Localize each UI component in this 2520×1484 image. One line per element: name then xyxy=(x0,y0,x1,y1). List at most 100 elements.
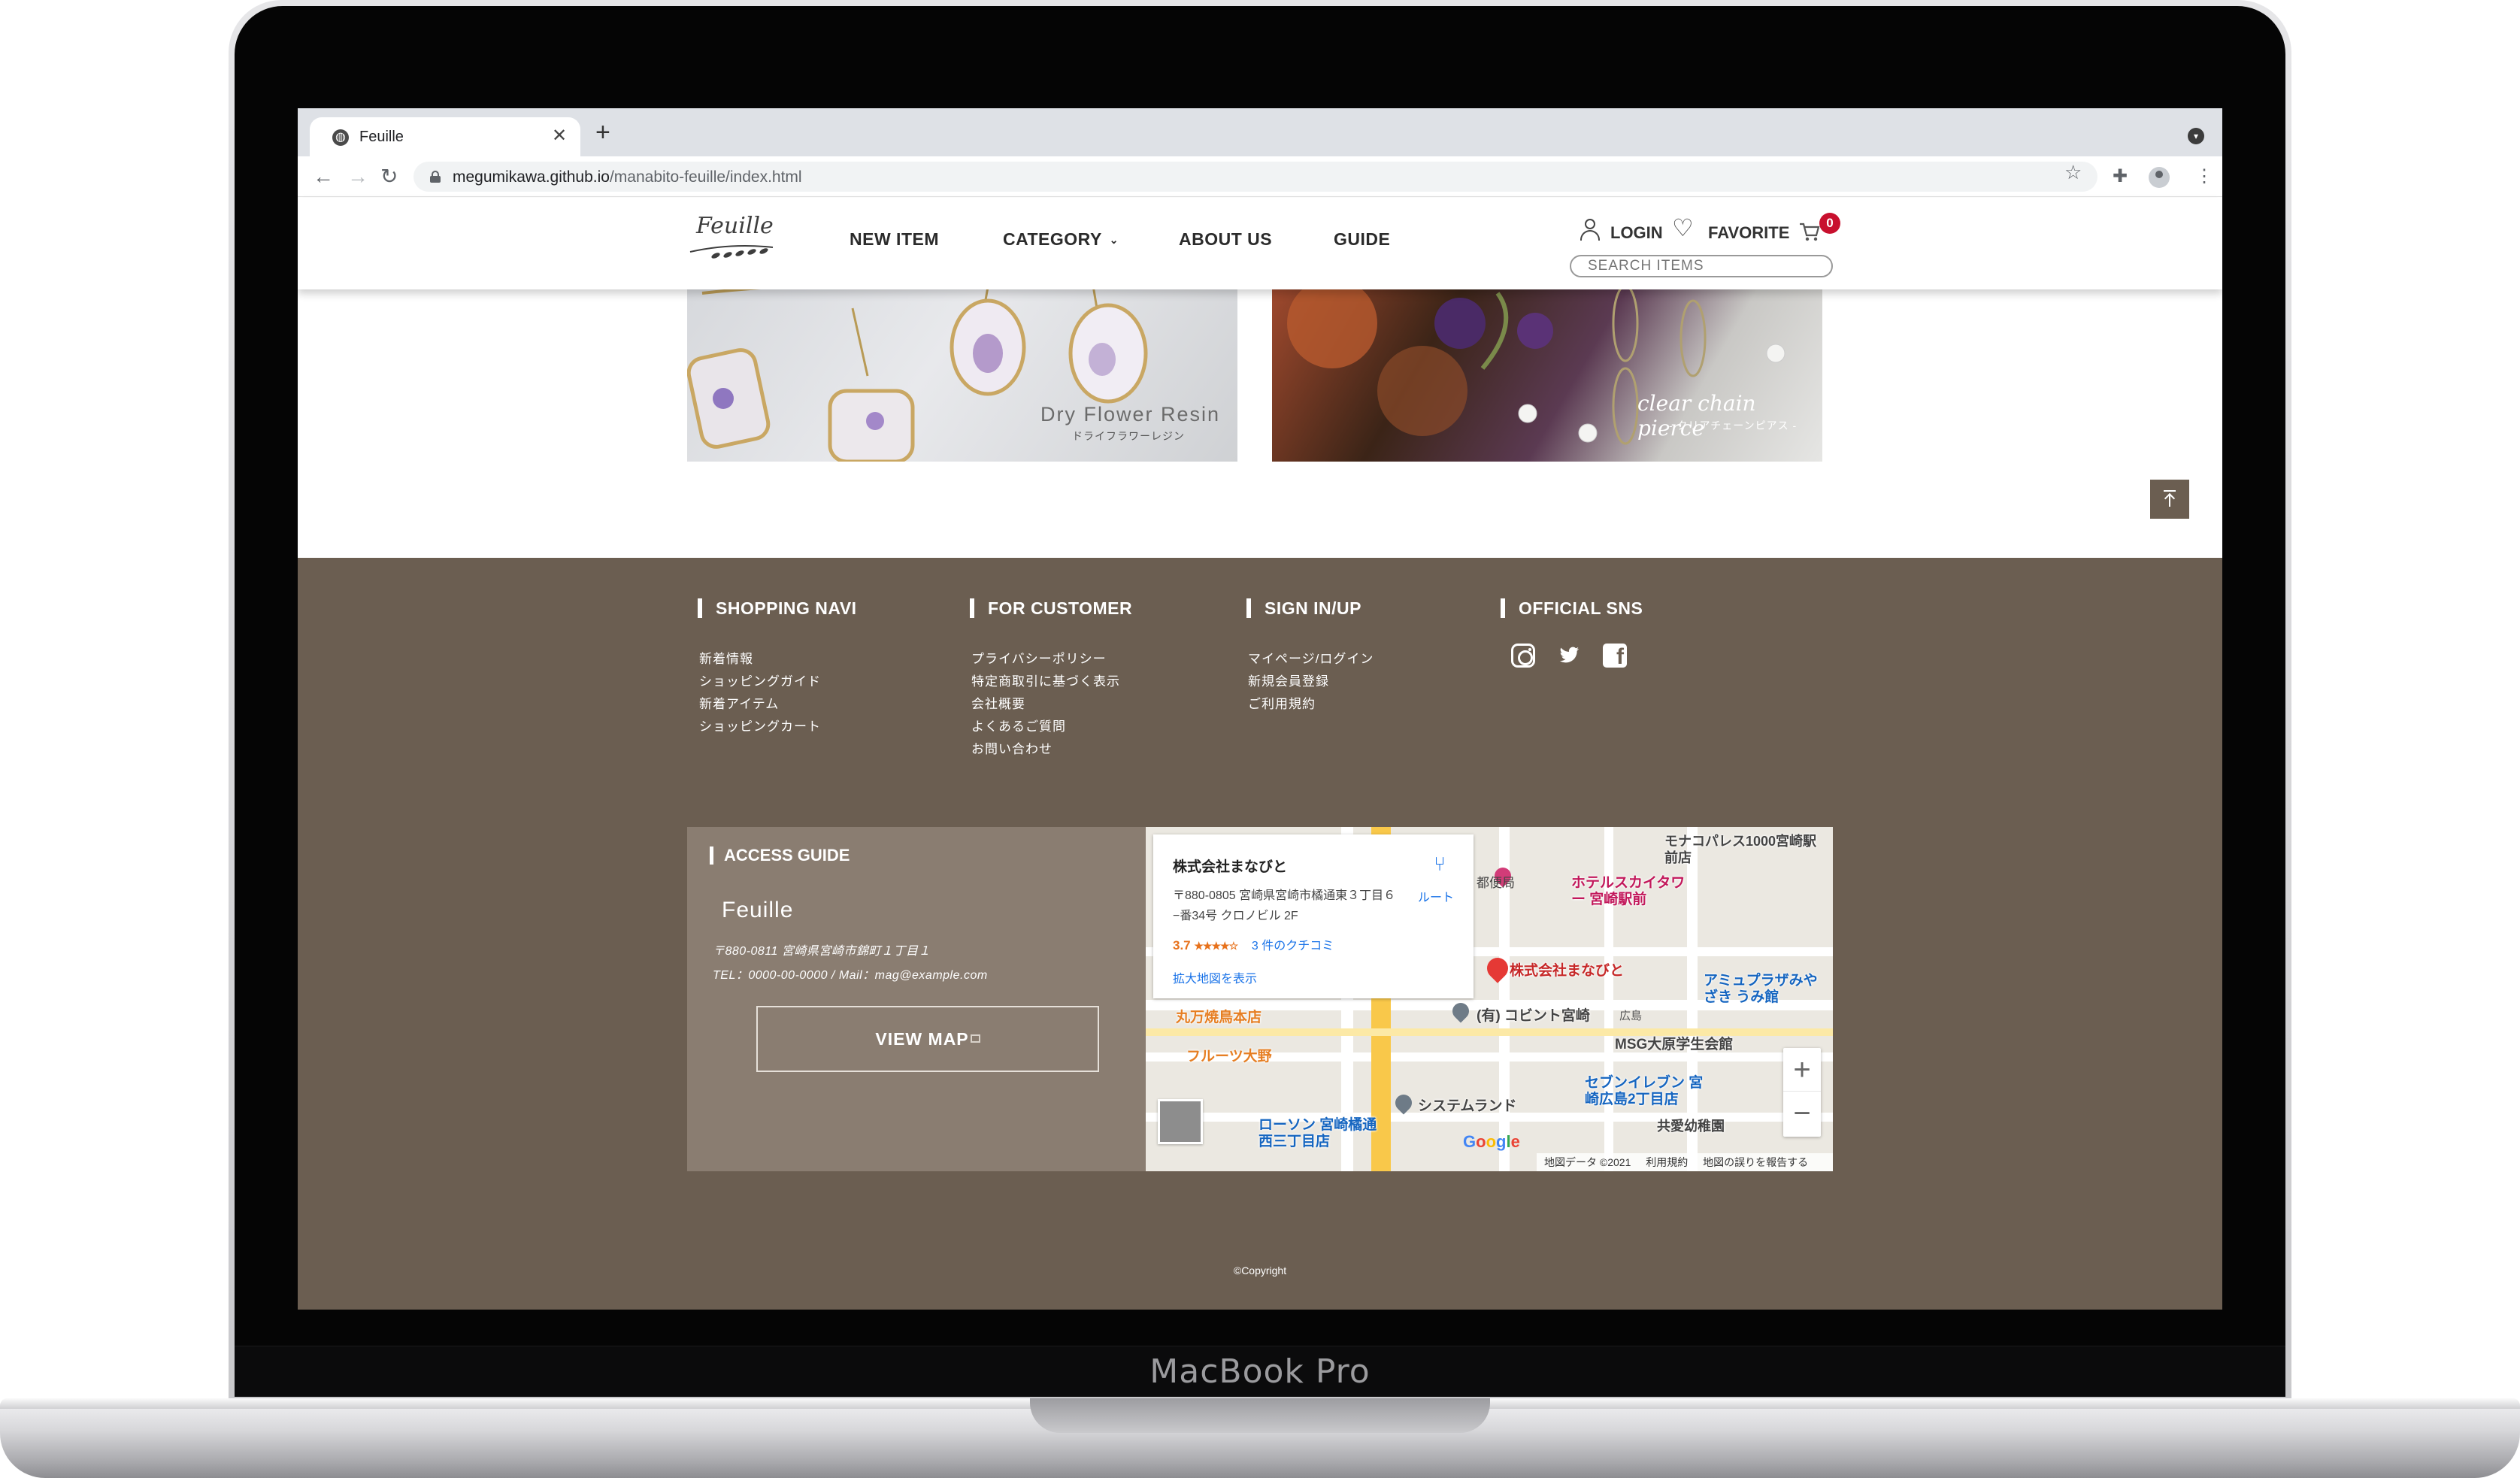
heart-icon[interactable]: ♡ xyxy=(1672,216,1694,240)
browser-menu-icon[interactable]: ⋮ xyxy=(2195,165,2213,188)
map-poi-label: セブンイレブン 宮崎広島2丁目店 xyxy=(1585,1075,1704,1107)
place-address: 〒880-0805 宮崎県宮崎市橘通東３丁目６−番34号 クロノビル 2F xyxy=(1173,889,1396,922)
chevron-down-icon: ⌄ xyxy=(1109,234,1119,247)
nav-category[interactable]: CATEGORY ⌄ xyxy=(1003,229,1119,250)
leaf-branch-icon xyxy=(689,245,774,259)
map-area-label: 広島 xyxy=(1619,1010,1643,1022)
access-guide-heading: ACCESS GUIDE xyxy=(710,846,850,865)
footer-link[interactable]: お問い合わせ xyxy=(971,738,1120,761)
map-terms-link[interactable]: 利用規約 xyxy=(1646,1156,1688,1168)
directions-icon[interactable]: ⑂ xyxy=(1428,853,1451,875)
footer-link[interactable]: 新着アイテム xyxy=(699,693,821,716)
profile-avatar-icon[interactable] xyxy=(2149,167,2170,188)
street-view-thumbnail[interactable] xyxy=(1158,1099,1203,1144)
footer-heading-shopping-navi: SHOPPING NAVI xyxy=(698,598,857,618)
map-poi-label: モナコパレス1000宮崎駅前店 xyxy=(1664,834,1817,865)
place-rating: 3.7 ★★★★☆ 3 件のクチコミ xyxy=(1173,938,1334,952)
view-map-button[interactable]: VIEW MAP xyxy=(756,1006,1099,1072)
shop-name: Feuille xyxy=(722,898,794,922)
new-tab-button[interactable]: + xyxy=(595,119,610,146)
external-link-icon xyxy=(970,1034,980,1043)
back-arrow-icon[interactable]: ← xyxy=(313,165,334,188)
laptop-notch xyxy=(1030,1398,1490,1433)
copyright-text: ©Copyright xyxy=(1233,1264,1287,1277)
footer-link[interactable]: ご利用規約 xyxy=(1248,693,1374,716)
browser-tab[interactable]: ◍ Feuille ✕ xyxy=(310,117,580,156)
address-bar[interactable]: megumikawa.github.io/manabito-feuille/in… xyxy=(413,162,2097,192)
reviews-link[interactable]: 3 件のクチコミ xyxy=(1252,940,1334,952)
map-poi-label: MSG大原学生会館 xyxy=(1615,1037,1734,1052)
facebook-icon[interactable]: f xyxy=(1603,644,1627,668)
nav-guide[interactable]: GUIDE xyxy=(1334,229,1390,250)
reload-icon[interactable]: ↻ xyxy=(380,165,398,188)
route-link[interactable]: ルート xyxy=(1418,887,1454,905)
footer-heading-official-sns: OFFICIAL SNS xyxy=(1501,598,1643,618)
map-pin-label: 株式会社まなびと xyxy=(1510,963,1625,979)
globe-icon: ◍ xyxy=(332,129,349,146)
footer-heading-for-customer: FOR CUSTOMER xyxy=(970,598,1132,618)
footer-link[interactable]: ショッピングカート xyxy=(699,716,821,738)
cart-icon[interactable] xyxy=(1798,220,1821,243)
forward-arrow-icon[interactable]: → xyxy=(347,165,368,188)
map-poi-label: システムランド xyxy=(1418,1098,1517,1114)
access-guide-panel: ACCESS GUIDE Feuille 〒880-0811 宮崎県宮崎市錦町１… xyxy=(687,827,1146,1171)
search-box[interactable] xyxy=(1570,255,1833,277)
place-info-card[interactable]: 株式会社まなびと 〒880-0805 宮崎県宮崎市橘通東３丁目６−番34号 クロ… xyxy=(1153,834,1474,998)
map-poi-label: ホテルスカイタワー 宮崎駅前 xyxy=(1571,875,1686,907)
banner-caption-jp: - クリアチェーンピアス - xyxy=(1669,419,1798,432)
banner-clear-chain-pierce[interactable]: clear chain pierce - クリアチェーンピアス - xyxy=(1272,278,1822,462)
zoom-in-button[interactable]: + xyxy=(1783,1048,1821,1092)
map-attribution-bar: 地図データ ©2021 利用規約 地図の誤りを報告する xyxy=(1537,1153,1833,1171)
shop-address: 〒880-0811 宮崎県宮崎市錦町１丁目１ xyxy=(713,945,931,958)
google-map-embed[interactable]: 株式会社まなびと 〒880-0805 宮崎県宮崎市橘通東３丁目６−番34号 クロ… xyxy=(1146,827,1833,1171)
zoom-out-button[interactable]: − xyxy=(1783,1092,1821,1135)
footer-list-shopping-navi: 新着情報 ショッピングガイド 新着アイテム ショッピングカート xyxy=(699,648,821,738)
map-poi-label: ローソン 宮崎橘通西三丁目店 xyxy=(1258,1117,1377,1149)
enlarge-map-link[interactable]: 拡大地図を表示 xyxy=(1173,968,1257,986)
map-area-label: 都便局 xyxy=(1477,876,1515,890)
footer-link[interactable]: 会社概要 xyxy=(971,693,1120,716)
back-to-top-button[interactable] xyxy=(2150,480,2189,519)
user-icon[interactable] xyxy=(1580,219,1600,241)
footer-list-sign-in-up: マイページ/ログイン 新規会員登録 ご利用規約 xyxy=(1248,648,1374,716)
site-logo[interactable]: Feuille xyxy=(686,208,776,270)
cart-count-badge: 0 xyxy=(1819,213,1840,234)
nav-new-item[interactable]: NEW ITEM xyxy=(850,229,939,250)
map-poi-label: (有) コビント宮崎 xyxy=(1477,1008,1590,1024)
shop-contact: TEL：0000-00-0000 / Mail：mag@example.com xyxy=(713,969,988,982)
shop-address-block: 〒880-0811 宮崎県宮崎市錦町１丁目１ TEL：0000-00-0000 … xyxy=(713,940,988,988)
map-data-credit: 地図データ ©2021 xyxy=(1544,1156,1631,1168)
extensions-puzzle-icon[interactable]: ✚ xyxy=(2113,165,2128,188)
map-poi-label: 丸万焼鳥本店 xyxy=(1176,1010,1262,1025)
login-link[interactable]: LOGIN xyxy=(1610,223,1663,243)
url-text: megumikawa.github.io/manabito-feuille/in… xyxy=(453,168,802,186)
place-name: 株式会社まなびと xyxy=(1173,859,1288,875)
footer-link[interactable]: 新着情報 xyxy=(699,648,821,671)
arrow-up-icon xyxy=(2164,490,2176,507)
browser-toolbar: ← → ↻ megumikawa.github.io/manabito-feui… xyxy=(298,156,2222,197)
footer-heading-sign-in-up: SIGN IN/UP xyxy=(1246,598,1361,618)
tab-close-icon[interactable]: ✕ xyxy=(552,126,567,146)
banner-dry-flower-resin[interactable]: Dry Flower Resin ドライフラワーレジン xyxy=(687,278,1237,462)
search-input[interactable] xyxy=(1588,257,1813,275)
footer-link[interactable]: 新規会員登録 xyxy=(1248,671,1374,693)
laptop-brand-label: MacBook Pro xyxy=(1149,1352,1371,1391)
favorite-link[interactable]: FAVORITE xyxy=(1708,223,1789,243)
footer-link[interactable]: 特定商取引に基づく表示 xyxy=(971,671,1120,693)
tab-search-icon[interactable]: ▾ xyxy=(2188,128,2204,144)
footer-link[interactable]: プライバシーポリシー xyxy=(971,648,1120,671)
banner-caption-jp: ドライフラワーレジン xyxy=(1072,430,1185,442)
tab-title: Feuille xyxy=(359,129,404,145)
nav-about-us[interactable]: ABOUT US xyxy=(1179,229,1272,250)
footer-link[interactable]: ショッピングガイド xyxy=(699,671,821,693)
footer-link[interactable]: マイページ/ログイン xyxy=(1248,648,1374,671)
footer-link[interactable]: よくあるご質問 xyxy=(971,716,1120,738)
site-header: Feuille NEW ITEM CATEGORY ⌄ ABOUT US GUID… xyxy=(298,198,2222,289)
twitter-icon[interactable] xyxy=(1556,644,1580,668)
site-footer: SHOPPING NAVI 新着情報 ショッピングガイド 新着アイテム ショッピ… xyxy=(298,558,2222,1310)
banner-caption-script: clear chain pierce xyxy=(1637,391,1756,441)
bookmark-star-icon[interactable]: ☆ xyxy=(2064,161,2082,184)
instagram-icon[interactable] xyxy=(1511,644,1535,668)
map-report-link[interactable]: 地図の誤りを報告する xyxy=(1703,1156,1808,1168)
screen: ◍ Feuille ✕ + ▾ ← → ↻ megumikawa.github.… xyxy=(298,108,2222,1310)
